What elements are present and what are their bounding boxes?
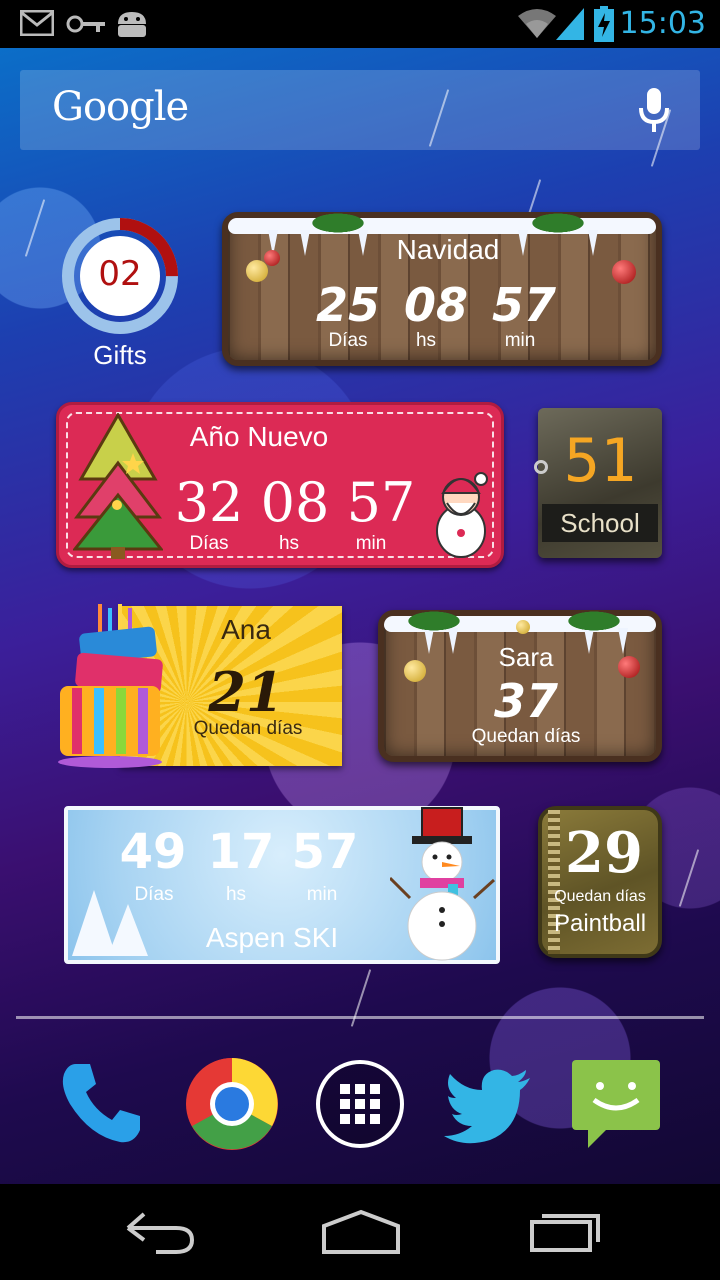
sara-widget[interactable]: Sara 37 Quedan días: [378, 610, 662, 762]
school-label: School: [560, 508, 640, 538]
paintball-count: 29: [565, 820, 643, 886]
google-search-bar[interactable]: Google: [20, 70, 700, 150]
navidad-minutes-label: min: [504, 330, 536, 351]
gifts-label: Gifts: [93, 340, 147, 370]
pine-branch: [564, 610, 624, 632]
ano-nuevo-minutes-label: min: [355, 533, 387, 554]
ornament-gold: [404, 660, 426, 682]
snowman-icon: [390, 807, 496, 961]
gmail-icon: [20, 10, 54, 36]
navidad-days-label: Días: [328, 330, 368, 351]
wifi-icon: [518, 9, 556, 38]
navigation-bar: [0, 1184, 720, 1280]
ornament-gold: [516, 620, 530, 634]
navidad-title: Navidad: [396, 234, 500, 265]
paintball-label: Paintball: [553, 910, 647, 937]
ornament-red: [612, 260, 636, 284]
status-bar: 15:03: [0, 0, 720, 48]
aspen-minutes: 57: [291, 824, 359, 880]
ornament-red: [618, 656, 640, 678]
navidad-hours: 08: [403, 278, 468, 332]
ornament-gold: [246, 260, 268, 282]
navidad-minutes: 57: [491, 278, 556, 332]
google-logo[interactable]: Google: [52, 84, 189, 130]
dock-divider: [16, 1016, 704, 1019]
aspen-hours-label: hs: [225, 884, 247, 905]
ana-count: 21: [208, 660, 284, 724]
light-streak: [24, 199, 46, 257]
ano-nuevo-hours: 08: [260, 471, 330, 534]
school-count: 51: [563, 426, 637, 496]
home-icon[interactable]: [316, 1204, 406, 1260]
messaging-icon[interactable]: [568, 1056, 664, 1152]
sara-label: Quedan días: [471, 726, 581, 747]
signal-icon: [556, 8, 584, 40]
ano-nuevo-days: 32: [174, 471, 244, 534]
ano-nuevo-title: Año Nuevo: [189, 421, 329, 452]
phone-icon[interactable]: [54, 1056, 150, 1152]
navidad-hours-label: hs: [415, 330, 437, 351]
ano-nuevo-days-label: Días: [189, 533, 229, 554]
sara-count: 37: [493, 674, 558, 728]
aspen-title: Aspen SKI: [205, 922, 339, 953]
paintball-sublabel: Quedan días: [554, 888, 646, 905]
pine-branch: [404, 610, 464, 632]
recents-icon[interactable]: [516, 1204, 606, 1260]
sara-name: Sara: [498, 642, 554, 672]
birthday-cake-icon: [58, 604, 163, 768]
android-icon: [118, 12, 146, 37]
ornament-red: [264, 250, 280, 266]
school-widget[interactable]: 51 School: [534, 408, 662, 558]
aspen-ski-widget[interactable]: 49 17 57 Días hs min Aspen SKI: [64, 806, 500, 964]
twitter-icon[interactable]: [440, 1056, 536, 1152]
gifts-widget[interactable]: 02 Gifts: [60, 216, 180, 376]
light-streak: [678, 849, 700, 907]
pine-branch: [308, 212, 368, 234]
icicle: [588, 230, 598, 256]
paintball-widget[interactable]: 29 Quedan días Paintball: [538, 806, 662, 958]
ano-nuevo-widget[interactable]: Año Nuevo 32 08 57 Días hs min: [56, 402, 504, 568]
aspen-days: 49: [119, 824, 187, 880]
aspen-minutes-label: min: [306, 884, 338, 905]
aspen-days-label: Días: [134, 884, 174, 905]
key-icon: [66, 15, 105, 33]
ana-name: Ana: [221, 614, 271, 645]
christmas-tree-icon: [73, 413, 163, 559]
ano-nuevo-hours-label: hs: [278, 533, 300, 554]
chrome-icon[interactable]: [184, 1056, 280, 1152]
pine-branch: [528, 212, 588, 234]
navidad-days: 25: [315, 278, 380, 332]
status-clock: 15:03: [619, 6, 706, 41]
ano-nuevo-minutes: 57: [346, 471, 416, 534]
app-drawer-icon[interactable]: [312, 1056, 408, 1152]
ana-label: Quedan días: [193, 718, 303, 739]
back-icon[interactable]: [116, 1204, 206, 1260]
aspen-hours: 17: [207, 824, 275, 880]
gifts-count: 02: [98, 254, 142, 294]
santa-icon: [436, 472, 488, 558]
battery-charging-icon: [594, 6, 614, 42]
navidad-widget[interactable]: Navidad 25 08 57 Días hs min: [222, 212, 662, 366]
mic-icon[interactable]: [638, 88, 670, 134]
